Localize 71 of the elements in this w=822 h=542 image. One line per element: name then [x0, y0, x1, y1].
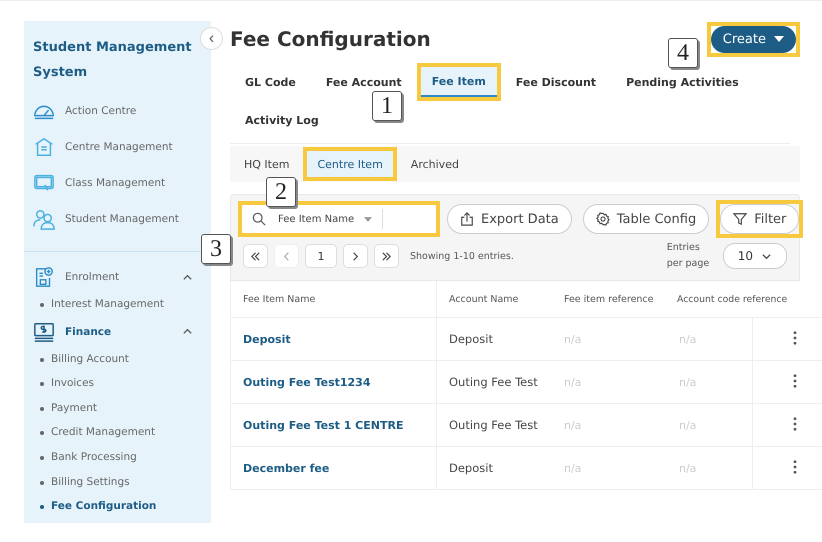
form-icon: [33, 266, 55, 288]
table-cell: Deposit: [436, 446, 552, 490]
sidebar-item[interactable]: Action Centre: [33, 93, 211, 129]
tab[interactable]: Pending Activities: [615, 67, 750, 97]
column-header: Account code reference: [667, 281, 822, 318]
filter-icon: [733, 212, 748, 226]
upload-icon: [460, 212, 474, 226]
toolbar-button[interactable]: Export Data: [447, 204, 572, 234]
sidebar-subitem[interactable]: Credit Management: [33, 420, 156, 445]
fee-item-link[interactable]: Outing Fee Test 1 CENTRE: [230, 404, 436, 446]
sidebar-group[interactable]: Enrolment: [33, 262, 211, 292]
callout-number: 1: [372, 91, 402, 121]
table-cell: Outing Fee Test: [436, 360, 552, 404]
collapse-button[interactable]: ‹: [200, 27, 223, 50]
more-icon[interactable]: [792, 460, 796, 474]
caret-icon: [774, 36, 784, 42]
sidebar-item[interactable]: Class Management: [33, 165, 211, 201]
entries-label: Entries per page: [666, 241, 710, 271]
banknote-icon: [33, 320, 55, 343]
sidebar-group[interactable]: Finance: [33, 316, 211, 347]
sidebar-subitem[interactable]: Bank Processing: [33, 444, 137, 470]
entries-select[interactable]: 10: [722, 243, 787, 269]
table-cell: Outing Fee Test: [436, 404, 552, 446]
filter-button[interactable]: Filter: [720, 204, 800, 234]
chevron-left-icon: [281, 250, 292, 262]
create-button[interactable]: Create: [710, 26, 796, 52]
building-icon: [33, 136, 55, 158]
settings-icon: [596, 212, 610, 226]
search-field[interactable]: Fee Item Name: [242, 205, 436, 233]
more-icon[interactable]: [792, 374, 796, 388]
tab[interactable]: Fee Item: [420, 67, 497, 97]
search-icon: [252, 212, 266, 226]
subtab[interactable]: Archived: [400, 151, 469, 177]
page-title: Fee Configuration: [230, 27, 431, 51]
sidebar-subitem[interactable]: Fee Configuration: [33, 494, 156, 519]
page-number-field[interactable]: 1: [305, 244, 337, 268]
sidebar-subitem[interactable]: Payment: [33, 396, 97, 420]
double-chevron-left-icon: [250, 250, 261, 262]
people-icon: [33, 208, 55, 230]
callout-number: 2: [266, 177, 296, 207]
fee-item-link[interactable]: Outing Fee Test1234: [230, 360, 436, 404]
sidebar-subitem[interactable]: Invoices: [33, 371, 94, 396]
next-page-button[interactable]: [343, 244, 368, 268]
dropdown-icon: [364, 216, 372, 222]
last-page-button[interactable]: [374, 244, 399, 268]
double-chevron-right-icon: [381, 250, 392, 262]
column-header: Fee item reference: [552, 281, 667, 318]
more-icon[interactable]: [792, 330, 796, 344]
chevron-right-icon: [350, 250, 361, 262]
sidebar-subitem[interactable]: Billing Settings: [33, 470, 130, 494]
entries-summary: Showing 1-10 entries.: [410, 250, 514, 262]
tab[interactable]: Activity Log: [234, 105, 330, 135]
column-header: Fee Item Name: [230, 281, 436, 318]
sidebar-subitem[interactable]: Billing Account: [33, 346, 129, 372]
sidebar-item[interactable]: Centre Management: [33, 129, 211, 165]
table-cell: Deposit: [436, 318, 552, 360]
sidebar-subitem[interactable]: Interest Management: [33, 292, 164, 317]
toolbar-button[interactable]: Table Config: [582, 204, 710, 234]
subtab[interactable]: Centre Item: [307, 151, 393, 177]
fee-item-link[interactable]: December fee: [230, 446, 436, 490]
tab[interactable]: GL Code: [234, 67, 307, 97]
app-title: Student Management System: [33, 39, 193, 82]
subtab[interactable]: HQ Item: [234, 151, 300, 177]
tab[interactable]: Fee Discount: [504, 67, 608, 97]
more-icon[interactable]: [792, 416, 796, 430]
sidebar-item[interactable]: Student Management: [33, 201, 211, 237]
callout-number: 4: [668, 38, 698, 68]
fee-item-link[interactable]: Deposit: [230, 318, 436, 360]
callout-number: 3: [201, 234, 231, 264]
column-header: Account Name: [436, 281, 552, 318]
first-page-button[interactable]: [243, 244, 268, 268]
